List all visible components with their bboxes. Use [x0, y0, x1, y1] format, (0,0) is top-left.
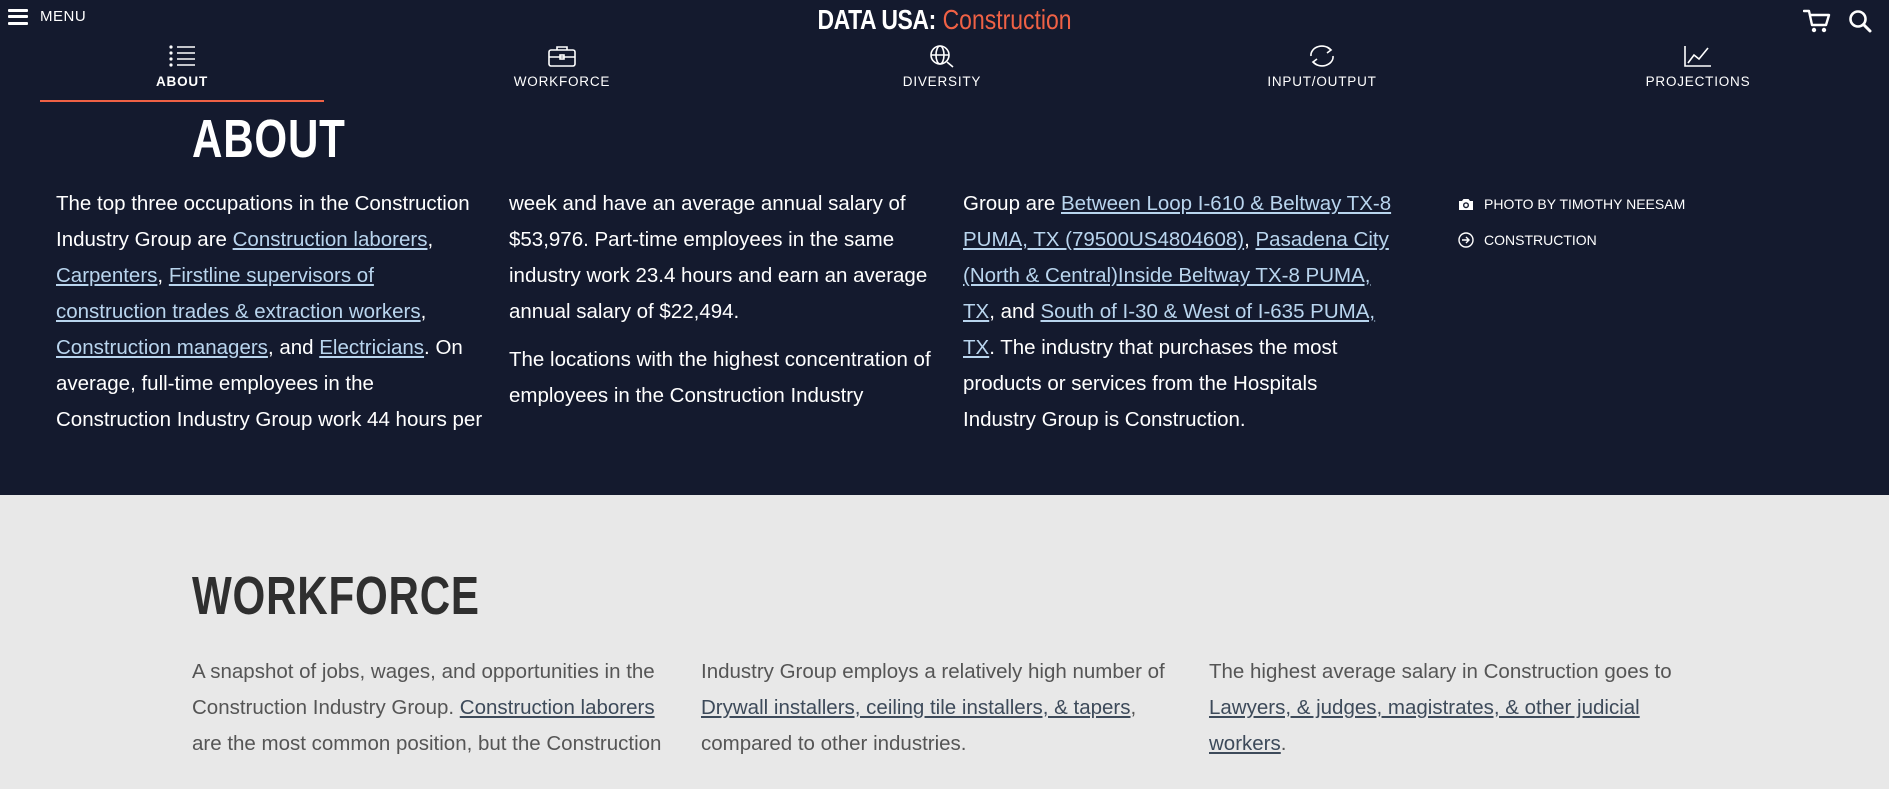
tab-about[interactable]: ABOUT	[40, 44, 324, 102]
hero-section: MENU DATA USA: Construction ABOUT WORKFO…	[0, 0, 1889, 495]
tab-projections[interactable]: PROJECTIONS	[1556, 44, 1840, 100]
workforce-text: .	[1280, 732, 1287, 755]
globe-search-icon	[930, 45, 954, 68]
about-text: ,	[427, 228, 434, 251]
occupation-link[interactable]: Carpenters	[56, 264, 157, 287]
cycle-icon	[1310, 45, 1334, 67]
tab-diversity-label: DIVERSITY	[902, 74, 982, 89]
occupation-link[interactable]: Construction laborers	[460, 696, 655, 719]
workforce-text: Industry Group employs a relatively high…	[701, 660, 1165, 683]
tab-about-label: ABOUT	[156, 74, 208, 89]
occupation-link[interactable]: Lawyers, & judges, magistrates, & other …	[1209, 696, 1640, 755]
workforce-text-col-2: Industry Group employs a relatively high…	[701, 654, 1181, 762]
section-nav: ABOUT WORKFORCE DIVERSITY INPUT/OUTPUT P…	[40, 44, 1840, 102]
about-title: ABOUT	[192, 109, 346, 169]
tab-input-output[interactable]: INPUT/OUTPUT	[1180, 44, 1464, 100]
about-text: ,	[1244, 228, 1256, 251]
photo-credit-link[interactable]: PHOTO BY TIMOTHY NEESAM	[1458, 186, 1685, 222]
camera-icon	[1458, 196, 1474, 212]
hamburger-icon	[8, 8, 28, 25]
cart-icon[interactable]	[1802, 8, 1831, 34]
workforce-text-col-3: The highest average salary in Constructi…	[1209, 654, 1689, 762]
tab-input-output-label: INPUT/OUTPUT	[1267, 74, 1377, 89]
tab-workforce-label: WORKFORCE	[513, 74, 611, 89]
line-chart-icon	[1684, 46, 1711, 67]
tab-workforce[interactable]: WORKFORCE	[420, 44, 704, 100]
workforce-text: The highest average salary in Constructi…	[1209, 660, 1672, 683]
briefcase-icon	[548, 46, 576, 67]
construction-link[interactable]: CONSTRUCTION	[1458, 222, 1685, 258]
about-text-col-1: The top three occupations in the Constru…	[56, 186, 486, 450]
about-text-col-2: week and have an average annual salary o…	[509, 186, 939, 426]
occupation-link[interactable]: Construction laborers	[233, 228, 428, 251]
arrow-circle-icon	[1458, 232, 1474, 248]
about-text: , and	[989, 300, 1041, 323]
menu-button[interactable]: MENU	[8, 8, 86, 25]
occupation-link[interactable]: Drywall installers, ceiling tile install…	[701, 696, 1131, 719]
site-logo[interactable]: DATA USA: Construction	[170, 4, 1719, 36]
occupation-link[interactable]: Electricians	[319, 336, 424, 359]
about-text-col-3: Group are Between Loop I-610 & Beltway T…	[963, 186, 1393, 450]
about-text: ,	[157, 264, 169, 287]
menu-label: MENU	[40, 8, 87, 25]
tab-projections-label: PROJECTIONS	[1645, 74, 1751, 89]
search-icon[interactable]	[1847, 8, 1873, 34]
occupation-link[interactable]: Construction managers	[56, 336, 268, 359]
logo-colon: :	[928, 4, 937, 35]
workforce-text-col-1: A snapshot of jobs, wages, and opportuni…	[192, 654, 672, 762]
about-text: Group are	[963, 192, 1061, 215]
photo-credit-text: PHOTO BY TIMOTHY NEESAM	[1484, 196, 1686, 212]
workforce-text: are the most common position, but the Co…	[192, 732, 662, 755]
about-paragraph: The locations with the highest concentra…	[509, 348, 931, 407]
logo-topic: Construction	[942, 4, 1072, 35]
about-text: . The industry that purchases the most p…	[963, 336, 1338, 431]
construction-link-text: CONSTRUCTION	[1484, 232, 1597, 248]
about-paragraph: week and have an average annual salary o…	[509, 192, 928, 323]
about-text: ,	[420, 300, 427, 323]
list-icon	[169, 45, 195, 67]
workforce-title: WORKFORCE	[192, 566, 480, 626]
tab-diversity[interactable]: DIVERSITY	[800, 44, 1084, 100]
logo-brand: DATA USA	[817, 4, 929, 35]
about-side-links: PHOTO BY TIMOTHY NEESAM CONSTRUCTION	[1458, 186, 1685, 258]
about-text: , and	[267, 336, 320, 359]
